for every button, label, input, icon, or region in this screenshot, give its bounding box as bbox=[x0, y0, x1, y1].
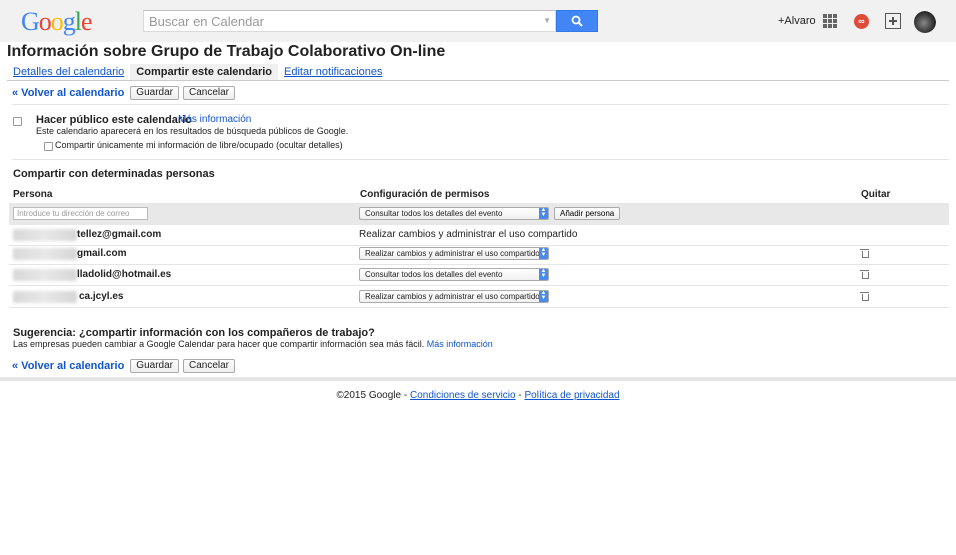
tab-edit-notifications[interactable]: Editar notificaciones bbox=[278, 64, 388, 80]
back-to-calendar-link[interactable]: « Volver al calendario bbox=[12, 87, 124, 99]
column-header-remove: Quitar bbox=[861, 189, 891, 200]
busy-only-checkbox[interactable] bbox=[44, 142, 53, 151]
trash-icon[interactable] bbox=[860, 292, 869, 301]
share-section-title: Compartir con determinadas personas bbox=[13, 168, 215, 180]
footer-separator: - bbox=[518, 390, 522, 401]
terms-link[interactable]: Condiciones de servicio bbox=[410, 390, 516, 401]
logo-letter: G bbox=[21, 7, 40, 36]
public-description: Este calendario aparecerá en los resulta… bbox=[36, 126, 349, 136]
tab-divider bbox=[7, 80, 949, 81]
add-person-row: Consultar todos los detalles del evento … bbox=[9, 203, 949, 225]
apps-grid-icon[interactable] bbox=[823, 14, 837, 28]
google-logo[interactable]: Google bbox=[21, 7, 93, 37]
search-button[interactable] bbox=[556, 10, 598, 32]
trash-icon[interactable] bbox=[860, 270, 869, 279]
permission-select-value: Realizar cambios y administrar el uso co… bbox=[365, 249, 540, 258]
permission-select[interactable]: Realizar cambios y administrar el uso co… bbox=[359, 247, 549, 260]
settings-tabs: Detalles del calendario Compartir este c… bbox=[7, 64, 388, 80]
cancel-button[interactable]: Cancelar bbox=[182, 86, 236, 100]
tip-title: Sugerencia: ¿compartir información con l… bbox=[13, 327, 375, 339]
person-email: tellez@gmail.com bbox=[77, 229, 162, 240]
footer-divider bbox=[0, 377, 956, 381]
save-button[interactable]: Guardar bbox=[130, 359, 179, 373]
make-public-label: Hacer público este calendario bbox=[36, 114, 192, 126]
table-row: gmail.com Realizar cambios y administrar… bbox=[9, 244, 949, 265]
search-box: ▼ bbox=[143, 10, 556, 32]
logo-letter: o bbox=[38, 7, 52, 36]
logo-letter: g bbox=[62, 7, 76, 36]
public-more-info-link[interactable]: Más información bbox=[178, 114, 251, 125]
footer: ©2015 Google - Condiciones de servicio -… bbox=[0, 390, 956, 401]
page-title: Información sobre Grupo de Trabajo Colab… bbox=[7, 43, 446, 60]
column-header-permissions: Configuración de permisos bbox=[360, 189, 490, 200]
avatar[interactable] bbox=[914, 11, 936, 33]
tab-share-calendar[interactable]: Compartir este calendario bbox=[130, 64, 279, 80]
save-button[interactable]: Guardar bbox=[130, 86, 179, 100]
redacted-email-part bbox=[13, 248, 77, 260]
search-options-icon[interactable]: ▼ bbox=[543, 16, 551, 25]
permission-select-value: Realizar cambios y administrar el uso co… bbox=[365, 292, 540, 301]
redacted-email-part bbox=[13, 229, 77, 241]
redacted-email-part bbox=[13, 269, 77, 281]
permission-select-value: Consultar todos los detalles del evento bbox=[365, 270, 503, 279]
share-plus-icon[interactable] bbox=[885, 13, 901, 29]
redacted-email-part bbox=[13, 291, 77, 303]
email-field[interactable] bbox=[13, 207, 148, 220]
add-person-button[interactable]: Añadir persona bbox=[554, 207, 621, 220]
search-input[interactable] bbox=[144, 11, 534, 31]
search-icon bbox=[571, 15, 583, 27]
logo-letter: o bbox=[50, 7, 64, 36]
tip-more-info-link[interactable]: Más información bbox=[427, 339, 493, 349]
copyright: ©2015 Google - bbox=[336, 390, 408, 401]
table-row: tellez@gmail.com Realizar cambios y admi… bbox=[9, 225, 949, 246]
person-email: ca.jcyl.es bbox=[79, 291, 124, 302]
divider bbox=[12, 104, 949, 105]
back-to-calendar-link[interactable]: « Volver al calendario bbox=[12, 360, 124, 372]
select-arrows-icon: ▲ ▼ bbox=[539, 268, 548, 280]
logo-letter: e bbox=[81, 7, 93, 36]
permission-select[interactable]: Consultar todos los detalles del evento … bbox=[359, 207, 549, 220]
person-email: lladolid@hotmail.es bbox=[77, 269, 172, 280]
permission-select[interactable]: Realizar cambios y administrar el uso co… bbox=[359, 290, 549, 303]
column-header-person: Persona bbox=[13, 189, 53, 200]
divider bbox=[12, 159, 949, 160]
trash-icon[interactable] bbox=[860, 249, 869, 258]
busy-only-label: Compartir únicamente mi información de l… bbox=[55, 140, 343, 150]
table-row: lladolid@hotmail.es Consultar todos los … bbox=[9, 265, 949, 286]
make-public-checkbox[interactable] bbox=[13, 117, 22, 126]
select-arrows-icon: ▲ ▼ bbox=[539, 207, 548, 219]
person-email: gmail.com bbox=[77, 248, 127, 259]
permission-select[interactable]: Consultar todos los detalles del evento … bbox=[359, 268, 549, 281]
notifications-icon[interactable]: ∞ bbox=[854, 14, 869, 29]
person-permission: Realizar cambios y administrar el uso co… bbox=[359, 229, 578, 240]
cancel-button[interactable]: Cancelar bbox=[182, 359, 236, 373]
user-profile-link[interactable]: +Alvaro bbox=[778, 15, 816, 27]
table-row: ca.jcyl.es Realizar cambios y administra… bbox=[9, 287, 949, 308]
select-arrows-icon: ▲ ▼ bbox=[539, 290, 548, 302]
top-action-row: « Volver al calendario Guardar Cancelar bbox=[12, 85, 236, 101]
tip-description: Las empresas pueden cambiar a Google Cal… bbox=[13, 339, 493, 349]
permission-select-value: Consultar todos los detalles del evento bbox=[365, 209, 503, 218]
select-arrows-icon: ▲ ▼ bbox=[539, 247, 548, 259]
tip-text: Las empresas pueden cambiar a Google Cal… bbox=[13, 339, 425, 349]
privacy-link[interactable]: Política de privacidad bbox=[525, 390, 620, 401]
bottom-action-row: « Volver al calendario Guardar Cancelar bbox=[12, 358, 236, 374]
tab-calendar-details[interactable]: Detalles del calendario bbox=[7, 64, 130, 80]
top-bar: Google ▼ +Alvaro ∞ bbox=[0, 0, 956, 42]
